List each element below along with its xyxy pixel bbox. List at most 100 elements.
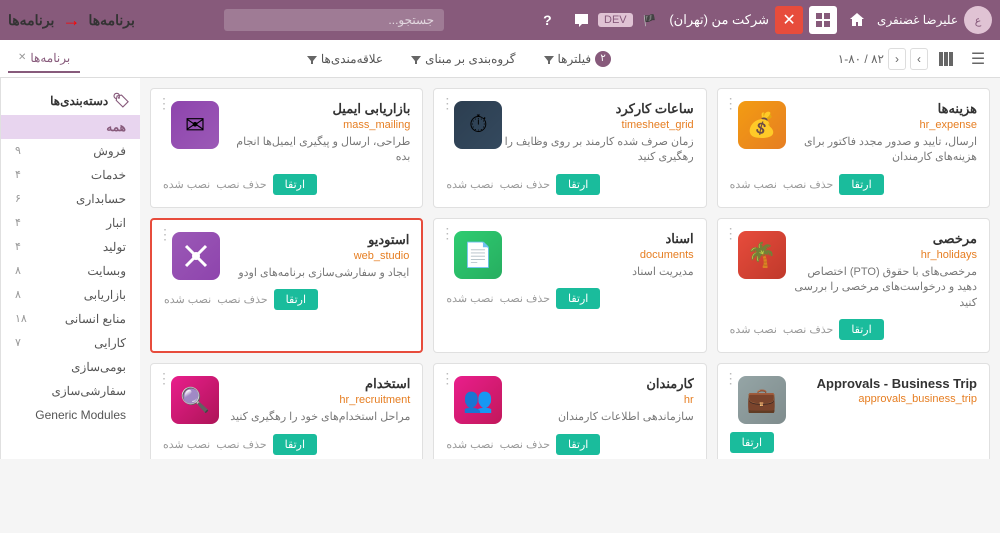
remove-btn-8[interactable]: حذف نصب	[216, 438, 266, 451]
app-card-7: ⋮ کارمندان hr سازماندهی اطلاعات کارمندان…	[433, 363, 706, 459]
remove-btn-0[interactable]: حذف نصب	[783, 178, 833, 191]
sidebar-item-11[interactable]: سفارشی‌سازی	[1, 379, 140, 403]
card-footer: ارتقا حذف نصب نصب شده	[163, 434, 410, 455]
card-module: hr_recruitment	[219, 394, 410, 406]
card-title: Approvals - Business Trip	[786, 376, 977, 391]
card-module: hr	[502, 394, 693, 406]
sidebar-item-10[interactable]: بومی‌سازی	[1, 355, 140, 379]
navbar-center	[135, 9, 533, 31]
sidebar-item-0[interactable]: همه	[1, 115, 140, 139]
card-info: هزینه‌ها hr_expense ارسال، تایید و صدور …	[786, 101, 977, 166]
card-desc: مراحل استخدام‌های خود را رهگیری کنید	[219, 410, 410, 425]
sidebar-item-8[interactable]: منابع انسانی۱۸	[1, 307, 140, 331]
card-title: ساعات کارکرد	[502, 101, 693, 117]
remove-btn-4[interactable]: حذف نصب	[500, 292, 550, 305]
favorites-btn[interactable]: علاقه‌مندی‌ها	[299, 48, 391, 70]
filters-count: ۲	[595, 51, 611, 67]
kanban-icon[interactable]	[932, 45, 960, 73]
filters-btn[interactable]: ۲ فیلترها	[536, 47, 620, 71]
app-card-5: ⋮ استودیو web_studio ایجاد و سفارشی‌سازی…	[150, 218, 423, 353]
app-company-name: شرکت من (تهران)	[669, 12, 769, 28]
install-btn-5[interactable]: ارتقا	[274, 289, 318, 310]
remove-btn-7[interactable]: حذف نصب	[500, 438, 550, 451]
navbar: ع علیرضا غضنفری ✕ شرکت من (تهران) 🏴 DEV …	[0, 0, 1000, 40]
sidebar-item-7[interactable]: بازاریابی۸	[1, 283, 140, 307]
card-menu-icon[interactable]: ⋮	[440, 225, 454, 242]
install-btn-0[interactable]: ارتقا	[839, 174, 883, 195]
install-btn-2[interactable]: ارتقا	[273, 174, 317, 195]
card-title: هزینه‌ها	[786, 101, 977, 117]
sidebar-item-5[interactable]: تولید۴	[1, 235, 140, 259]
installed-label: نصب شده	[446, 438, 493, 451]
tab-programs[interactable]: برنامه‌ها ✕	[8, 45, 80, 73]
card-menu-icon[interactable]: ⋮	[158, 226, 172, 243]
chat-icon[interactable]	[567, 6, 595, 34]
card-info: مرخصی hr_holidays مرخصی‌های با حقوق (PTO…	[786, 231, 977, 311]
remove-btn-5[interactable]: حذف نصب	[217, 293, 267, 306]
prev-page-btn[interactable]: ›	[910, 48, 928, 70]
nav-tag-icon[interactable]: DEV	[601, 6, 629, 34]
card-header: Approvals - Business Trip approvals_busi…	[730, 376, 977, 424]
programs-label: برنامه‌ها	[88, 12, 134, 29]
card-menu-icon[interactable]: ⋮	[724, 370, 738, 387]
card-header: هزینه‌ها hr_expense ارسال، تایید و صدور …	[730, 101, 977, 166]
card-menu-icon[interactable]: ⋮	[157, 370, 171, 387]
card-menu-icon[interactable]: ⋮	[157, 95, 171, 112]
card-icon: 🌴	[738, 231, 786, 279]
card-menu-icon[interactable]: ⋮	[724, 225, 738, 242]
install-btn-6[interactable]: ارتقا	[730, 432, 774, 453]
sidebar-section-header: 🏷 دسته‌بندی‌ها	[1, 86, 140, 115]
card-footer: ارتقا حذف نصب نصب شده	[163, 174, 410, 195]
remove-btn-3[interactable]: حذف نصب	[783, 323, 833, 336]
sidebar-item-3[interactable]: حسابداری۶	[1, 187, 140, 211]
card-title: استودیو	[220, 232, 409, 248]
card-desc: سازماندهی اطلاعات کارمندان	[502, 410, 693, 425]
sidebar-item-4[interactable]: انبار۴	[1, 211, 140, 235]
nav-flag-icon[interactable]: 🏴	[635, 6, 663, 34]
favorites-label: علاقه‌مندی‌ها	[321, 52, 383, 66]
remove-btn-2[interactable]: حذف نصب	[216, 178, 266, 191]
grid-icon[interactable]	[809, 6, 837, 34]
installed-label: نصب شده	[164, 293, 211, 306]
tab-close-icon[interactable]: ✕	[18, 52, 26, 63]
install-btn-3[interactable]: ارتقا	[839, 319, 883, 340]
content-area: ⋮ هزینه‌ها hr_expense ارسال، تایید و صدو…	[140, 78, 1000, 459]
sidebar-item-12[interactable]: Generic Modules	[1, 403, 140, 427]
card-icon: 📄	[454, 231, 502, 279]
install-btn-4[interactable]: ارتقا	[556, 288, 600, 309]
sidebar-item-9[interactable]: کارایی۷	[1, 331, 140, 355]
install-btn-8[interactable]: ارتقا	[273, 434, 317, 455]
sidebar: 🏷 دسته‌بندی‌ها همهفروش۹خدمات۴حسابداری۶ان…	[0, 78, 140, 459]
sidebar-item-1[interactable]: فروش۹	[1, 139, 140, 163]
install-btn-1[interactable]: ارتقا	[556, 174, 600, 195]
card-module: timesheet_grid	[502, 119, 693, 131]
install-btn-7[interactable]: ارتقا	[556, 434, 600, 455]
avatar[interactable]: ع	[964, 6, 992, 34]
card-menu-icon[interactable]: ⋮	[440, 370, 454, 387]
card-menu-icon[interactable]: ⋮	[724, 95, 738, 112]
menu-icon[interactable]: ☰	[964, 45, 992, 73]
global-search-input[interactable]	[224, 9, 444, 31]
sidebar-section-label: دسته‌بندی‌ها	[50, 94, 108, 108]
remove-btn-1[interactable]: حذف نصب	[500, 178, 550, 191]
card-menu-icon[interactable]: ⋮	[440, 95, 454, 112]
sidebar-item-count: ۶	[15, 192, 21, 205]
card-title: مرخصی	[786, 231, 977, 247]
card-title: بازاریابی ایمیل	[219, 101, 410, 117]
card-footer: ارتقا حذف نصب نصب شده	[730, 174, 977, 195]
card-desc: مرخصی‌های با حقوق (PTO) اختصاص دهید و در…	[786, 265, 977, 311]
question-icon[interactable]: ?	[533, 6, 561, 34]
card-info: Approvals - Business Trip approvals_busi…	[786, 376, 977, 409]
sidebar-item-label: انبار	[106, 216, 126, 230]
group-by-btn[interactable]: گروه‌بندی بر مبنای	[403, 48, 523, 70]
next-page-btn[interactable]: ‹	[888, 48, 906, 70]
sidebar-item-6[interactable]: وبسایت۸	[1, 259, 140, 283]
card-module: documents	[502, 249, 693, 261]
sidebar-item-2[interactable]: خدمات۴	[1, 163, 140, 187]
home-icon[interactable]	[843, 6, 871, 34]
installed-label: نصب شده	[730, 178, 777, 191]
installed-label: نصب شده	[446, 292, 493, 305]
user-name: علیرضا غضنفری	[877, 13, 958, 27]
sidebar-item-label: کارایی	[94, 336, 126, 350]
close-icon[interactable]: ✕	[775, 6, 803, 34]
